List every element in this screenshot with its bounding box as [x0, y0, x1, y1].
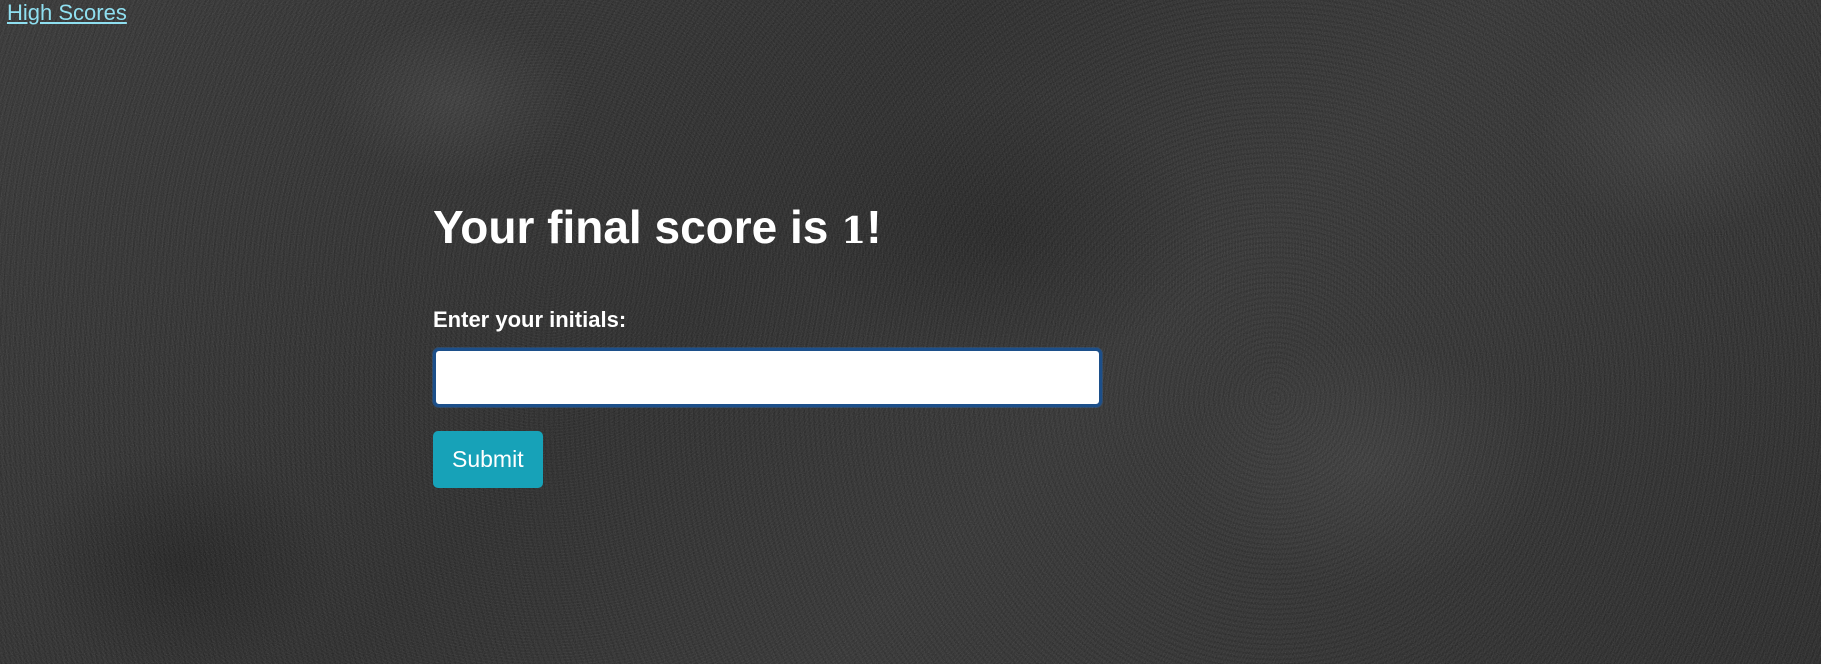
final-score-heading: Your final score is 1!: [433, 197, 1103, 261]
final-score-prefix: Your final score is: [433, 201, 842, 253]
initials-label: Enter your initials:: [433, 307, 627, 332]
submit-button[interactable]: Submit: [433, 431, 543, 488]
final-score-suffix: !: [866, 201, 882, 253]
final-score-value: 1: [841, 210, 867, 252]
initials-input[interactable]: [433, 348, 1102, 407]
quiz-end-panel: Your final score is 1! Enter your initia…: [433, 197, 1103, 488]
high-scores-link[interactable]: High Scores: [7, 0, 127, 26]
